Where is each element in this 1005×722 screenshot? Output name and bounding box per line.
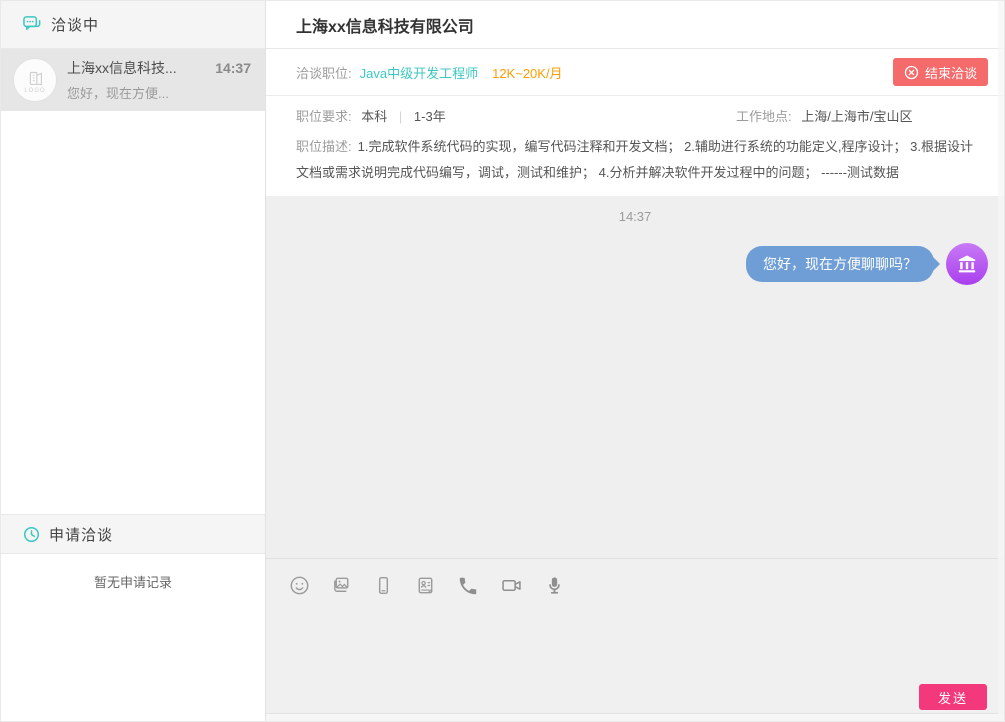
phone-call-icon[interactable] [455, 573, 481, 599]
recruitment-chat-window: 洽谈中 LOGO 上海xx信息科技... 14:37 您好，现在方便. [0, 0, 1005, 722]
message-input[interactable] [266, 603, 1004, 684]
main-header: 上海xx信息科技有限公司 [266, 1, 1004, 49]
bottom-strip [266, 713, 1004, 721]
clock-icon [23, 526, 40, 543]
chatting-section-label: 洽谈中 [51, 14, 99, 35]
chat-main-panel: 上海xx信息科技有限公司 洽谈职位: Java中级开发工程师 12K~20K/月… [266, 1, 1004, 721]
building-logo-icon [24, 67, 46, 89]
message-composer: 发送 [266, 558, 1004, 713]
avatar-logo-text: LOGO [24, 88, 45, 94]
job-salary: 12K~20K/月 [492, 63, 562, 82]
sidebar: 洽谈中 LOGO 上海xx信息科技... 14:37 您好，现在方便. [1, 1, 266, 721]
job-bar-label: 洽谈职位: [296, 63, 352, 82]
job-title-link[interactable]: Java中级开发工程师 [360, 63, 478, 82]
video-camera-icon[interactable] [498, 572, 525, 599]
scrollbar-track[interactable] [998, 1, 1004, 721]
company-logo-avatar: LOGO [13, 58, 57, 102]
conversation-company-name: 上海xx信息科技... [67, 58, 177, 78]
empty-records-text: 暂无申请记录 [1, 554, 265, 591]
experience-value: 1-3年 [414, 109, 446, 124]
requirement-separator: | [399, 109, 402, 124]
company-title: 上海xx信息科技有限公司 [296, 13, 474, 37]
conversation-timestamp: 14:37 [215, 60, 251, 76]
outgoing-message-bubble: 您好，现在方便聊聊吗？ [746, 246, 934, 282]
apply-section-label: 申请洽谈 [49, 524, 113, 545]
location-value: 上海/上海市/宝山区 [801, 109, 912, 124]
send-button[interactable]: 发送 [919, 684, 987, 710]
apply-section-header: 申请洽谈 [1, 514, 265, 554]
negotiation-job-bar: 洽谈职位: Java中级开发工程师 12K~20K/月 结束洽谈 [266, 49, 1004, 96]
chatting-section-header: 洽谈中 [1, 1, 265, 49]
description-text: 1.完成软件系统代码的实现，编写代码注释和开发文档； 2.辅助进行系统的功能定义… [296, 139, 973, 180]
microphone-icon[interactable] [542, 573, 567, 598]
message-row: 您好，现在方便聊聊吗？ [266, 243, 1004, 285]
conversation-list-empty-space [1, 111, 265, 514]
job-info-panel: 职位要求: 本科 | 1-3年 工作地点: 上海/上海市/宝山区 职位描述:1.… [266, 96, 1004, 196]
education-value: 本科 [361, 109, 387, 124]
composer-toolbar [266, 559, 1004, 603]
close-circle-icon [904, 65, 919, 80]
chat-bubble-icon [23, 15, 42, 34]
image-icon[interactable] [329, 573, 354, 598]
message-history-area[interactable]: 14:37 您好，现在方便聊聊吗？ [266, 196, 1004, 558]
bank-building-icon [955, 252, 979, 276]
mobile-phone-icon[interactable] [371, 573, 396, 598]
location-label: 工作地点: [736, 109, 792, 124]
conversation-list-item[interactable]: LOGO 上海xx信息科技... 14:37 您好，现在方便... [1, 49, 265, 111]
resume-card-icon[interactable] [413, 573, 438, 598]
requirement-label: 职位要求: [296, 109, 352, 124]
end-negotiation-button[interactable]: 结束洽谈 [893, 58, 988, 86]
sender-avatar [946, 243, 988, 285]
conversation-preview: 您好，现在方便... [67, 83, 251, 102]
message-timestamp: 14:37 [266, 209, 1004, 224]
description-label: 职位描述: [296, 139, 352, 154]
emoji-icon[interactable] [287, 573, 312, 598]
end-negotiation-label: 结束洽谈 [925, 63, 977, 82]
